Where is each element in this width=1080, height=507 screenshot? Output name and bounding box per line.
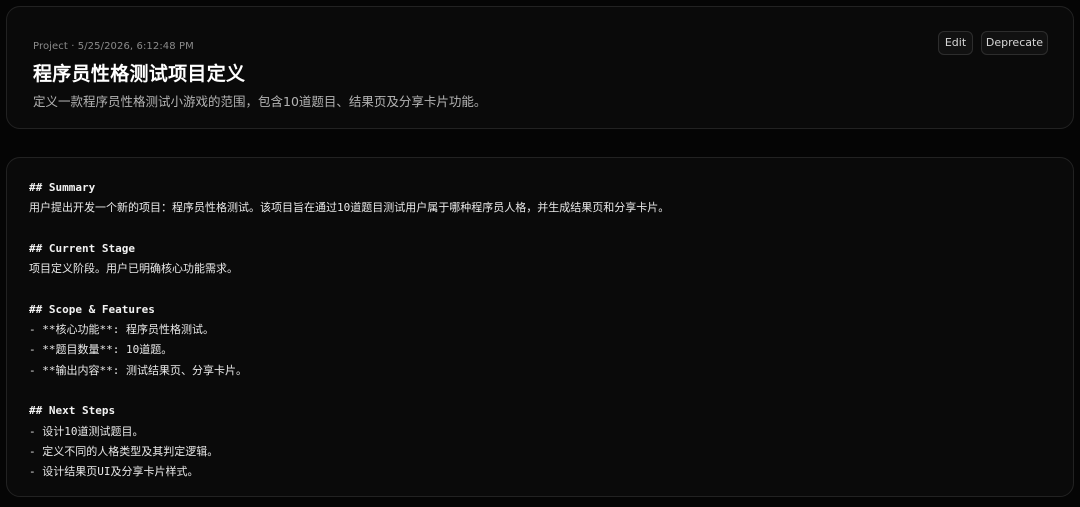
project-meta: Project · 5/25/2026, 6:12:48 PM (33, 41, 194, 52)
edit-button[interactable]: Edit (938, 31, 973, 55)
heading-current-stage: ## Current Stage (29, 241, 135, 255)
scope-item-count: - **题目数量**: 10道题。 (29, 343, 173, 357)
scope-item-output: - **输出内容**: 测试结果页、分享卡片。 (29, 363, 247, 377)
heading-summary: ## Summary (29, 181, 96, 194)
content-card: ## Summary 用户提出开发一个新的项目：程序员性格测试。该项目旨在通过1… (6, 157, 1074, 497)
next-step-3: - 设计结果页UI及分享卡片样式。 (29, 465, 199, 479)
project-header-card: Project · 5/25/2026, 6:12:48 PM 程序员性格测试项… (6, 6, 1074, 129)
current-stage-text: 项目定义阶段。用户已明确核心功能需求。 (29, 262, 238, 276)
next-step-2: - 定义不同的人格类型及其判定逻辑。 (29, 444, 219, 458)
markdown-content: ## Summary 用户提出开发一个新的项目：程序员性格测试。该项目旨在通过1… (29, 178, 1049, 482)
next-step-1: - 设计10道测试题目。 (29, 424, 144, 438)
summary-text: 用户提出开发一个新的项目：程序员性格测试。该项目旨在通过10道题目测试用户属于哪… (29, 201, 670, 215)
heading-next-steps: ## Next Steps (29, 404, 116, 418)
heading-scope-features: ## Scope & Features (29, 302, 155, 316)
page: Project · 5/25/2026, 6:12:48 PM 程序员性格测试项… (0, 0, 1080, 507)
deprecate-button[interactable]: Deprecate (981, 31, 1048, 55)
page-title: 程序员性格测试项目定义 (33, 63, 246, 85)
scope-item-core: - **核心功能**: 程序员性格测试。 (29, 323, 214, 337)
project-description: 定义一款程序员性格测试小游戏的范围，包含10道题目、结果页及分享卡片功能。 (33, 94, 487, 109)
